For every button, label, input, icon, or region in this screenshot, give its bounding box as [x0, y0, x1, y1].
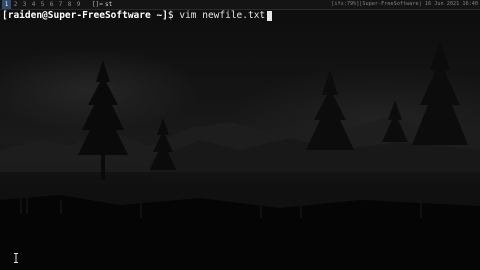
status-text: [ifs:79%]|Super-FreeSoftware| 16 Jun 202…	[331, 1, 478, 7]
text-cursor	[267, 11, 273, 21]
workspace-tag-5[interactable]: 5	[38, 0, 47, 9]
workspace-tag-1[interactable]: 1	[2, 0, 11, 9]
workspace-tag-6[interactable]: 6	[47, 0, 56, 9]
desktop-screen: 1 2 3 4 5 6 7 8 9 []= st [ifs:79%]|Super…	[0, 0, 480, 270]
workspace-tag-9[interactable]: 9	[74, 0, 83, 9]
workspace-tags: 1 2 3 4 5 6 7 8 9	[2, 0, 83, 9]
terminal-prompt-line[interactable]: [raiden@Super-FreeSoftware ~] $ vim newfi…	[2, 10, 273, 22]
ibeam-cursor-icon	[14, 253, 18, 263]
command-input[interactable]: vim newfile.txt	[179, 10, 265, 22]
workspace-tag-2[interactable]: 2	[11, 0, 20, 9]
prompt-symbol: $	[167, 10, 180, 21]
workspace-tag-3[interactable]: 3	[20, 0, 29, 9]
prompt-cwd: ~]	[150, 10, 168, 21]
workspace-tag-7[interactable]: 7	[56, 0, 65, 9]
prompt-user-host: [raiden@Super-FreeSoftware	[2, 10, 151, 21]
window-title: st	[105, 1, 113, 8]
wallpaper	[0, 40, 480, 270]
status-bar: 1 2 3 4 5 6 7 8 9 []= st [ifs:79%]|Super…	[0, 0, 480, 10]
workspace-tag-4[interactable]: 4	[29, 0, 38, 9]
workspace-tag-8[interactable]: 8	[65, 0, 74, 9]
